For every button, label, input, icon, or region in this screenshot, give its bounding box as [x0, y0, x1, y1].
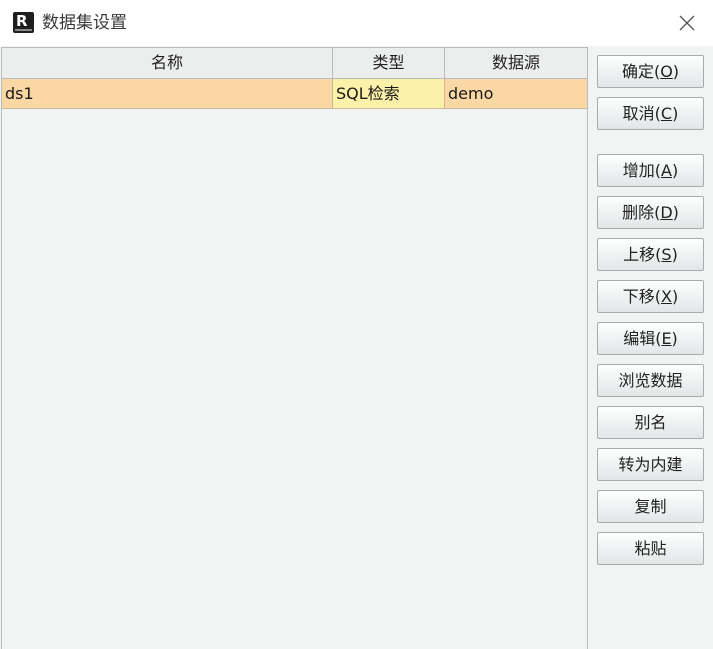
- cell-type[interactable]: SQL检索: [333, 79, 445, 108]
- close-button[interactable]: [672, 8, 702, 38]
- copy-button[interactable]: 复制: [597, 490, 704, 523]
- cell-name[interactable]: ds1: [2, 79, 333, 108]
- paste-button[interactable]: 粘贴: [597, 532, 704, 565]
- table-header: 名称 类型 数据源: [2, 48, 587, 79]
- column-header-source[interactable]: 数据源: [445, 48, 587, 78]
- move-up-button[interactable]: 上移(S): [597, 238, 704, 271]
- add-button[interactable]: 增加(A): [597, 154, 704, 187]
- title-bar: R 数据集设置: [0, 0, 713, 46]
- cell-source[interactable]: demo: [445, 79, 587, 108]
- app-icon-glyph: R: [16, 12, 28, 30]
- alias-button[interactable]: 别名: [597, 406, 704, 439]
- dataset-table[interactable]: 名称 类型 数据源 ds1 SQL检索 demo: [1, 47, 588, 649]
- browse-data-button[interactable]: 浏览数据: [597, 364, 704, 397]
- delete-button[interactable]: 删除(D): [597, 196, 704, 229]
- convert-to-builtin-button[interactable]: 转为内建: [597, 448, 704, 481]
- report-app-icon: R: [13, 12, 34, 33]
- close-icon: [679, 15, 695, 31]
- cancel-button[interactable]: 取消(C): [597, 97, 704, 130]
- column-header-name[interactable]: 名称: [2, 48, 333, 78]
- table-row[interactable]: ds1 SQL检索 demo: [2, 79, 587, 109]
- column-header-type[interactable]: 类型: [333, 48, 445, 78]
- window-title: 数据集设置: [42, 13, 127, 33]
- edit-button[interactable]: 编辑(E): [597, 322, 704, 355]
- move-down-button[interactable]: 下移(X): [597, 280, 704, 313]
- ok-button[interactable]: 确定(O): [597, 55, 704, 88]
